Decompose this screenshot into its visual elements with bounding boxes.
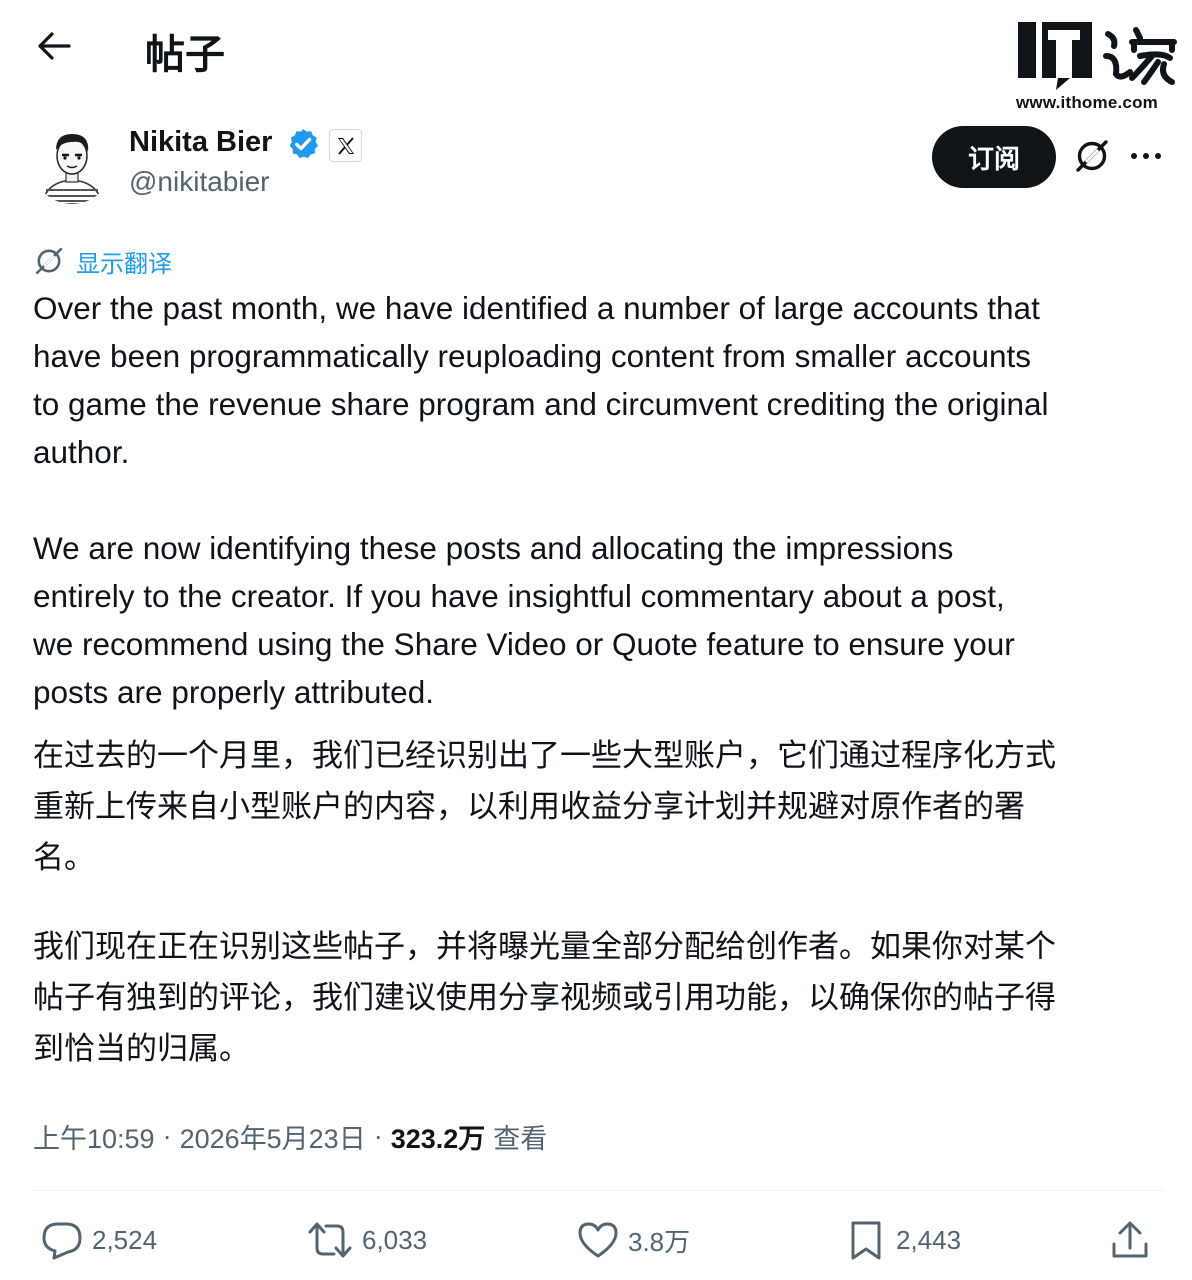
back-arrow-icon — [38, 32, 71, 60]
post-paragraph-en-2: We are now identifying these posts and a… — [33, 530, 1015, 710]
bookmark-icon — [851, 1221, 881, 1260]
author-handle[interactable]: @nikitabier — [129, 166, 269, 198]
avatar-illustration — [32, 124, 112, 204]
verified-badge-icon — [289, 129, 318, 159]
top-bar: 帖子 www.ithome.com — [0, 0, 1192, 112]
like-icon — [578, 1222, 618, 1258]
grok-button[interactable] — [1068, 132, 1116, 180]
x-logo-icon — [337, 136, 354, 155]
repost-count: 6,033 — [362, 1224, 428, 1255]
repost-button[interactable]: 6,033 — [306, 1214, 427, 1266]
bookmark-button[interactable]: 2,443 — [844, 1214, 961, 1266]
author-name[interactable]: Nikita Bier — [129, 126, 272, 159]
post-time[interactable]: 上午10:59 — [33, 1117, 155, 1156]
avatar[interactable] — [32, 124, 112, 204]
meta-separator: · — [162, 1121, 172, 1151]
views-count: 323.2万 — [390, 1124, 486, 1154]
reply-icon — [42, 1222, 82, 1260]
post-paragraph-zh-1: 在过去的一个月里，我们已经识别出了一些大型账户，它们通过程序化方式 重新上传来自… — [33, 738, 1056, 875]
post-date[interactable]: 2026年5月23日 — [180, 1117, 366, 1156]
more-options-button[interactable] — [1126, 132, 1166, 180]
post-paragraph-en-1: Over the past month, we have identified … — [33, 290, 1049, 470]
views-label: 查看 — [493, 1124, 548, 1154]
grok-icon — [1076, 140, 1108, 172]
page-title: 帖子 — [145, 33, 225, 77]
reply-count: 2,524 — [92, 1224, 158, 1255]
watermark-url: www.ithome.com — [1016, 93, 1158, 112]
meta-separator: · — [373, 1121, 383, 1151]
share-icon — [1112, 1221, 1148, 1258]
repost-icon — [308, 1222, 352, 1258]
bookmark-count: 2,443 — [896, 1224, 962, 1255]
x-affiliate-badge[interactable] — [329, 129, 362, 162]
subscribe-button[interactable]: 订阅 — [932, 126, 1056, 188]
divider — [32, 1190, 1164, 1191]
grok-icon — [35, 247, 63, 275]
post-paragraph-zh-2: 我们现在正在识别这些帖子，并将曝光量全部分配给创作者。如果你对某个 帖子有独到的… — [33, 929, 1056, 1066]
translate-label: 显示翻译 — [76, 250, 172, 278]
back-button[interactable] — [30, 22, 78, 70]
share-button[interactable] — [1108, 1214, 1152, 1266]
reply-button[interactable]: 2,524 — [40, 1214, 157, 1266]
more-icon — [1131, 153, 1161, 159]
like-button[interactable]: 3.8万 — [576, 1214, 690, 1266]
like-count: 3.8万 — [628, 1226, 691, 1257]
post-meta: 上午10:59 · 2026年5月23日 · 323.2万 查看 — [33, 1117, 547, 1156]
show-translation-link[interactable]: 显示翻译 — [32, 243, 172, 279]
